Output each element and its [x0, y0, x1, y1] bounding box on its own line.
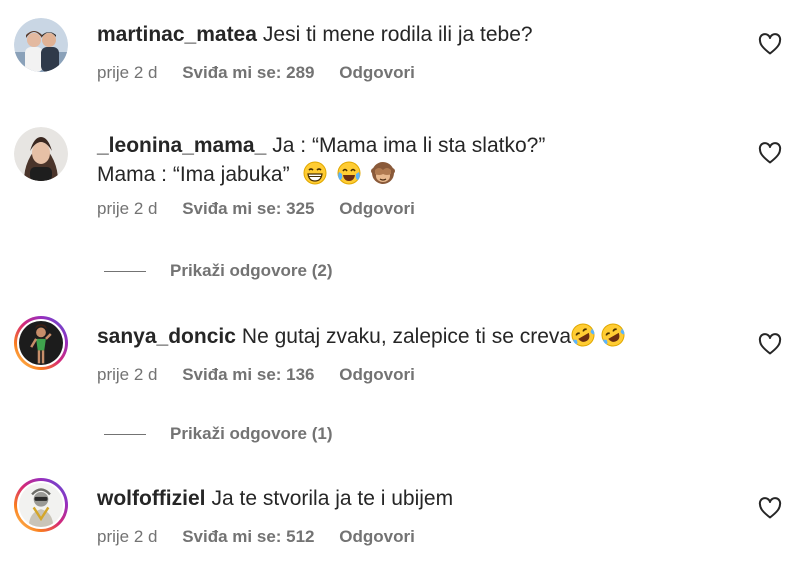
comment-text-line: martinac_matea Jesi ti mene rodila ili ja…	[97, 20, 740, 49]
reply-button[interactable]: Odgovori	[339, 63, 415, 82]
comment-time[interactable]: prije 2 d	[97, 527, 157, 546]
comment-meta: prije 2 d Sviđa mi se: 325 Odgovori	[97, 199, 740, 219]
grinning-face-icon	[303, 161, 327, 185]
comment-likes[interactable]: Sviđa mi se: 136	[182, 365, 314, 384]
reply-button[interactable]: Odgovori	[339, 365, 415, 384]
comment-username[interactable]: martinac_matea	[97, 23, 257, 46]
view-replies-button[interactable]: Prikaži odgovore (1)	[104, 422, 332, 446]
comment-text: Ne gutaj zvaku, zalepice ti se creva	[241, 325, 572, 348]
comment-meta: prije 2 d Sviđa mi se: 136 Odgovori	[97, 365, 740, 385]
comment-time[interactable]: prije 2 d	[97, 365, 157, 384]
comment-text: Ja te stvorila ja te i ubijem	[211, 487, 454, 510]
divider-line	[104, 270, 146, 272]
avatar[interactable]	[14, 478, 68, 532]
comment-likes[interactable]: Sviđa mi se: 325	[182, 199, 314, 218]
heart-outline-icon[interactable]	[758, 33, 782, 55]
comment-meta: prije 2 d Sviđa mi se: 289 Odgovori	[97, 63, 740, 83]
comment-likes[interactable]: Sviđa mi se: 512	[182, 527, 314, 546]
comment-time[interactable]: prije 2 d	[97, 63, 157, 82]
view-replies-label: Prikaži odgovore (2)	[170, 261, 333, 280]
comment-username[interactable]: wolfoffiziel	[97, 487, 206, 510]
comment-username[interactable]: sanya_doncic	[97, 325, 236, 348]
rolling-on-floor-laughing-icon	[571, 323, 595, 347]
rolling-on-floor-laughing-icon	[601, 323, 625, 347]
comment-meta: prije 2 d Sviđa mi se: 512 Odgovori	[97, 527, 740, 547]
couple-photo-avatar	[14, 18, 68, 72]
divider-line	[104, 433, 146, 435]
woman-green-outfit-avatar	[19, 321, 63, 365]
comment-time[interactable]: prije 2 d	[97, 199, 157, 218]
avatar[interactable]	[14, 18, 68, 72]
comment-text-line: sanya_doncic Ne gutaj zvaku, zalepice ti …	[97, 322, 740, 351]
heart-outline-icon[interactable]	[758, 333, 782, 355]
view-replies-label: Prikaži odgovore (1)	[170, 424, 333, 443]
comment-text: Ja : “Mama ima li sta slatko?”	[272, 134, 546, 157]
comment-likes[interactable]: Sviđa mi se: 289	[182, 63, 314, 82]
avatar[interactable]	[14, 127, 68, 181]
comment-text-line: _leonina_mama_ Ja : “Mama ima li sta slat…	[97, 131, 740, 160]
comment-text: Mama : “Ima jabuka”	[97, 163, 290, 186]
heart-outline-icon[interactable]	[758, 142, 782, 164]
heart-outline-icon[interactable]	[758, 497, 782, 519]
comment-text: Jesi ti mene rodila ili ja tebe?	[262, 23, 533, 46]
avatar[interactable]	[14, 316, 68, 370]
costumed-figure-avatar	[19, 483, 63, 527]
tears-of-joy-icon	[337, 161, 361, 185]
comment-username[interactable]: _leonina_mama_	[97, 134, 266, 157]
comment-text-line: Mama : “Ima jabuka”	[97, 160, 740, 189]
reply-button[interactable]: Odgovori	[339, 527, 415, 546]
see-no-evil-monkey-icon	[371, 161, 396, 185]
reply-button[interactable]: Odgovori	[339, 199, 415, 218]
comment-text-line: wolfoffiziel Ja te stvorila ja te i ubije…	[97, 484, 740, 513]
view-replies-button[interactable]: Prikaži odgovore (2)	[104, 259, 332, 283]
woman-portrait-avatar	[14, 127, 68, 181]
